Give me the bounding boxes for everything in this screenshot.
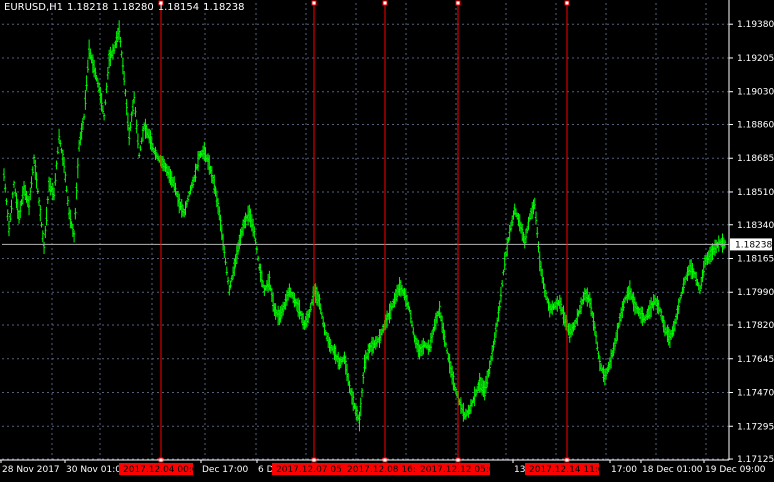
current-price-line: 1.18238: [2, 238, 772, 251]
y-tick-label: 1.18685: [737, 154, 774, 164]
chart-window[interactable]: 1.18238 1.19380 1.19205 1.19030 1.18860 1.18…: [0, 0, 774, 482]
y-tick-label: 1.19380: [737, 20, 774, 30]
high-value: 1.18280: [112, 2, 154, 13]
y-tick-label: 1.18340: [737, 221, 774, 231]
vertical-line[interactable]: [455, 0, 461, 463]
x-tick-label: 19 Dec 09:00: [705, 465, 766, 475]
symbol-label: EURUSD,H1: [4, 2, 64, 13]
vertical-line-handle-top: [564, 0, 570, 6]
vertical-line-date-label: 2017.12.04 00:00: [123, 465, 204, 475]
vertical-line-handle-top: [382, 0, 388, 6]
open-value: 1.18218: [67, 2, 109, 13]
x-tick-label: 30 Nov 01:00: [66, 465, 127, 475]
y-tick-label: 1.17820: [737, 321, 774, 331]
price-bars: [2, 20, 727, 432]
y-tick-label: 1.17125: [737, 455, 774, 465]
y-tick-label: 1.17645: [737, 355, 774, 365]
chart-canvas[interactable]: 1.18238 1.19380 1.19205 1.19030 1.18860 1.18…: [0, 0, 774, 482]
y-tick-label: 1.18860: [737, 120, 774, 130]
x-tick-label: 18 Dec 01:00: [642, 465, 703, 475]
vertical-line-handle-top: [455, 0, 461, 6]
vertical-line-date-label: 2017.12.14 11:00: [529, 465, 610, 475]
x-tick-label: 17:00: [611, 465, 637, 475]
y-tick-label: 1.19030: [737, 88, 774, 98]
y-tick-label: 1.19205: [737, 54, 774, 64]
y-tick-label: 1.18165: [737, 254, 774, 264]
x-tick-label: Dec 17:00: [202, 465, 248, 475]
x-tick-label: 13: [514, 465, 525, 475]
y-tick-label: 1.18510: [737, 188, 774, 198]
symbol-header: EURUSD,H1 1.18218 1.18280 1.18154 1.18238: [4, 2, 248, 14]
low-value: 1.18154: [157, 2, 200, 13]
vertical-line-handle-top: [311, 0, 317, 6]
y-tick-label: 1.17295: [737, 422, 774, 432]
vertical-line-date-label: 2017.12.12 05:00: [420, 465, 501, 475]
vertical-line-date-label: 2017.12.08 16:00: [347, 465, 428, 475]
axis-frame: [0, 0, 730, 461]
x-tick-label: 28 Nov 2017: [2, 465, 60, 475]
current-price-label: 1.18238: [735, 240, 772, 250]
y-tick-label: 1.17470: [737, 389, 774, 399]
y-tick-label: 1.17990: [737, 288, 774, 298]
close-value: 1.18238: [203, 2, 245, 13]
grid-layer: [2, 3, 729, 460]
